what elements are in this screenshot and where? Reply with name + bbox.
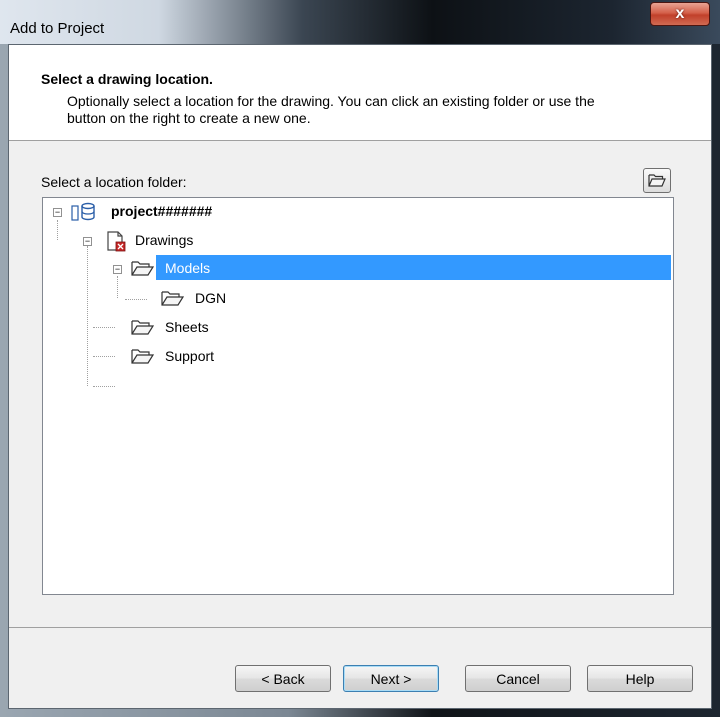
tree-node-project[interactable]: − project#######	[43, 198, 673, 225]
folder-open-icon	[131, 261, 155, 276]
folder-open-icon	[131, 349, 155, 364]
location-folder-label: Select a location folder:	[41, 174, 187, 190]
folder-tree[interactable]: − project####### − Drawings − Models DGN…	[42, 197, 674, 595]
tree-label-drawings: Drawings	[135, 232, 194, 248]
tree-label-dgn: DGN	[195, 290, 227, 306]
collapse-toggle-models[interactable]: −	[113, 265, 122, 274]
tree-node-support[interactable]: Support	[43, 343, 673, 370]
tree-label-models: Models	[165, 260, 211, 276]
drawings-document-icon	[107, 231, 126, 252]
wizard-header: Select a drawing location. Optionally se…	[9, 45, 711, 141]
collapse-toggle-project[interactable]: −	[53, 208, 62, 217]
tree-node-drawings[interactable]: − Drawings	[43, 227, 673, 254]
tree-node-sheets[interactable]: Sheets	[43, 314, 673, 341]
header-description: Optionally select a location for the dra…	[67, 93, 595, 126]
tree-label-sheets: Sheets	[165, 319, 209, 335]
project-database-icon	[71, 202, 95, 221]
dialog-client-area: Select a drawing location. Optionally se…	[8, 44, 712, 709]
footer-separator	[9, 627, 711, 628]
back-button[interactable]: < Back	[235, 665, 331, 692]
folder-open-icon	[131, 320, 155, 335]
tree-label-project: project#######	[111, 203, 213, 219]
collapse-toggle-drawings[interactable]: −	[83, 237, 92, 246]
tree-label-support: Support	[165, 348, 215, 364]
cancel-button[interactable]: Cancel	[465, 665, 571, 692]
folder-open-icon	[161, 291, 185, 306]
next-button[interactable]: Next >	[343, 665, 439, 692]
folder-open-icon	[648, 174, 666, 187]
tree-node-dgn[interactable]: DGN	[43, 285, 673, 312]
new-folder-button[interactable]	[643, 168, 671, 193]
header-title: Select a drawing location.	[41, 71, 213, 87]
help-button[interactable]: Help	[587, 665, 693, 692]
dialog-window: Add to Project x Select a drawing locati…	[0, 0, 720, 717]
window-title: Add to Project	[10, 20, 105, 37]
tree-node-models[interactable]: − Models	[43, 255, 673, 282]
title-bar[interactable]: Add to Project x	[0, 0, 720, 44]
close-icon: x	[675, 5, 685, 22]
close-button[interactable]: x	[650, 2, 710, 26]
